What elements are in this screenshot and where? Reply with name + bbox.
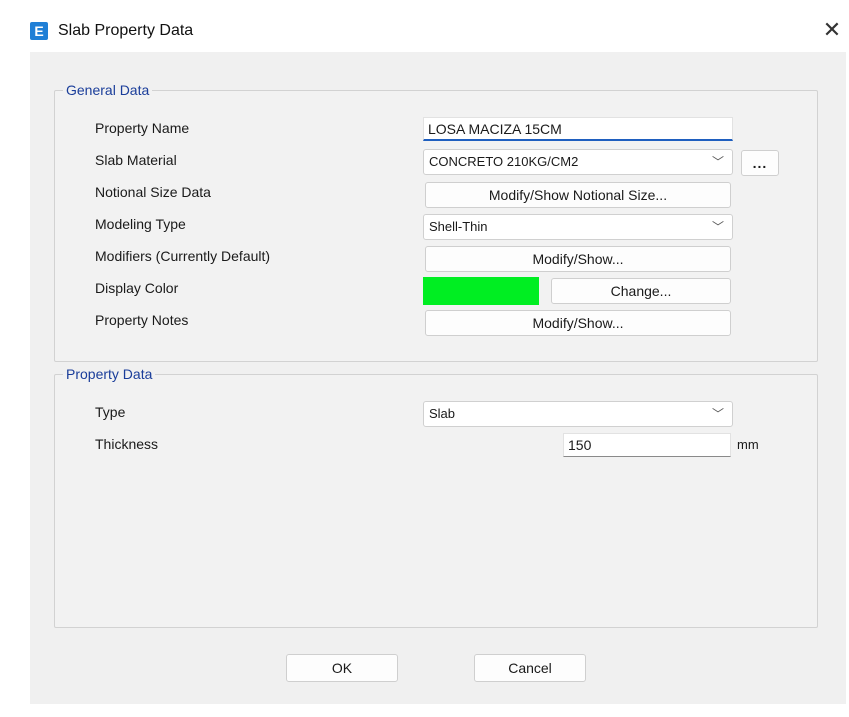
modify-property-notes-button[interactable]: Modify/Show...: [425, 310, 731, 336]
etabs-app-icon: E: [30, 22, 48, 40]
notional-size-label: Notional Size Data: [95, 184, 211, 200]
property-name-input[interactable]: [423, 117, 733, 141]
property-data-group: Property Data Type Slab ﹀ Thickness mm: [54, 366, 818, 628]
general-data-group: General Data Property Name Slab Material…: [54, 82, 818, 362]
cancel-button[interactable]: Cancel: [474, 654, 586, 682]
window-title: Slab Property Data: [58, 22, 194, 39]
modify-modifiers-button[interactable]: Modify/Show...: [425, 246, 731, 272]
modeling-type-label: Modeling Type: [95, 216, 186, 232]
type-select[interactable]: Slab ﹀: [423, 401, 733, 427]
modify-notional-size-button[interactable]: Modify/Show Notional Size...: [425, 182, 731, 208]
thickness-units: mm: [737, 437, 759, 452]
property-data-legend: Property Data: [66, 366, 153, 382]
slab-material-select[interactable]: CONCRETO 210KG/CM2 ﹀: [423, 149, 733, 175]
title-bar: E Slab Property Data ✕: [0, 0, 849, 48]
modeling-type-select[interactable]: Shell-Thin ﹀: [423, 214, 733, 240]
type-value: Slab: [429, 406, 456, 421]
slab-material-more-button[interactable]: ...: [741, 150, 779, 176]
display-color-label: Display Color: [95, 280, 179, 296]
chevron-down-icon: ﹀: [711, 220, 724, 234]
modifiers-label: Modifiers (Currently Default): [95, 248, 271, 264]
dialog-client-area: General Data Property Name Slab Material…: [30, 52, 846, 704]
slab-material-label: Slab Material: [95, 152, 177, 168]
ok-button[interactable]: OK: [286, 654, 398, 682]
chevron-down-icon: ﹀: [711, 407, 724, 421]
general-data-legend: General Data: [66, 82, 150, 98]
display-color-swatch: [423, 277, 539, 305]
thickness-label: Thickness: [95, 436, 159, 452]
thickness-input[interactable]: [563, 433, 731, 457]
type-label: Type: [95, 404, 126, 420]
modeling-type-value: Shell-Thin: [429, 219, 488, 234]
slab-material-value: CONCRETO 210KG/CM2: [429, 154, 579, 169]
chevron-down-icon: ﹀: [711, 155, 724, 169]
change-color-button[interactable]: Change...: [551, 278, 731, 304]
property-notes-label: Property Notes: [95, 312, 189, 328]
close-icon[interactable]: ✕: [818, 16, 846, 44]
property-name-label: Property Name: [95, 120, 190, 136]
